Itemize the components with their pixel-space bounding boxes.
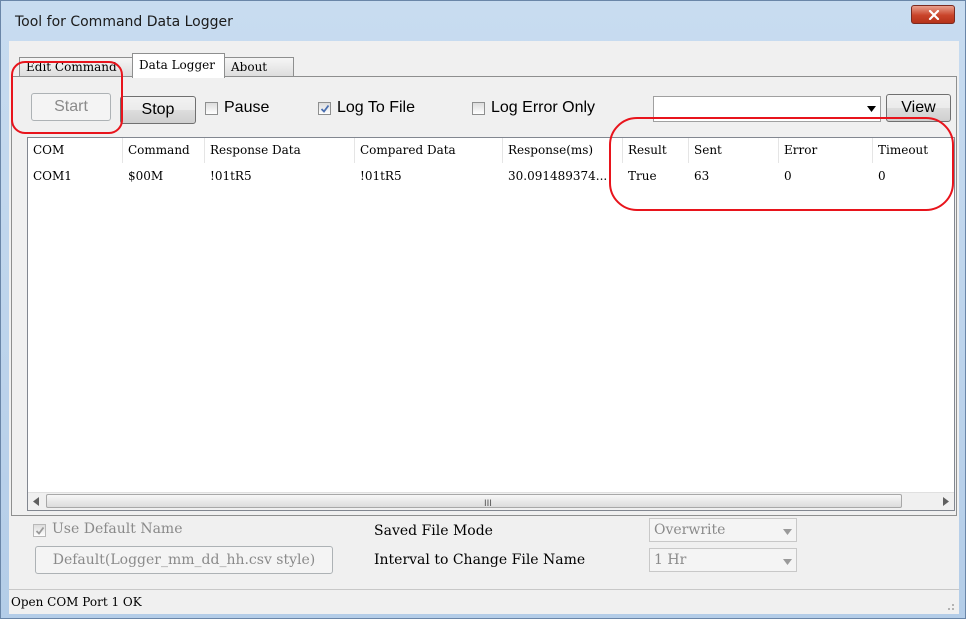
- interval-value: 1 Hr: [654, 552, 687, 568]
- column-header-command[interactable]: Command: [123, 138, 205, 163]
- client-area: Edit Command Data Logger About Start Sto…: [9, 41, 959, 614]
- cell-response-ms: 30.091489374...: [508, 169, 608, 183]
- saved-file-mode-dropdown[interactable]: Overwrite: [649, 518, 797, 542]
- column-header-response-ms[interactable]: Response(ms): [503, 138, 623, 163]
- default-name-button[interactable]: Default(Logger_mm_dd_hh.csv style): [35, 546, 333, 574]
- checkmark-icon: [35, 526, 45, 535]
- scrollbar-grip: III: [484, 499, 492, 509]
- interval-label: Interval to Change File Name: [374, 552, 586, 568]
- saved-file-mode-label: Saved File Mode: [374, 523, 493, 539]
- close-button[interactable]: [911, 5, 955, 24]
- data-log-table[interactable]: COM Command Response Data Compared Data …: [27, 137, 955, 511]
- use-default-name-checkbox[interactable]: Use Default Name: [33, 521, 213, 541]
- pause-label: Pause: [224, 99, 270, 116]
- stop-button[interactable]: Stop: [120, 96, 196, 124]
- tab-about[interactable]: About: [224, 57, 294, 77]
- scrollbar-thumb[interactable]: III: [46, 494, 902, 509]
- cell-compared-data: !01tR5: [360, 169, 402, 183]
- log-to-file-label: Log To File: [337, 99, 415, 116]
- log-to-file-checkbox[interactable]: Log To File: [318, 99, 448, 119]
- saved-file-mode-value: Overwrite: [654, 522, 730, 538]
- cell-result: True: [628, 169, 657, 183]
- log-select-dropdown[interactable]: [653, 96, 881, 122]
- column-header-response-data[interactable]: Response Data: [205, 138, 355, 163]
- cell-response-data: !01tR5: [210, 169, 252, 183]
- cell-com: COM1: [33, 169, 72, 183]
- window-title: Tool for Command Data Logger: [15, 14, 233, 30]
- interval-dropdown[interactable]: 1 Hr: [649, 548, 797, 572]
- title-bar[interactable]: Tool for Command Data Logger: [1, 1, 965, 41]
- horizontal-scrollbar[interactable]: III: [28, 492, 954, 510]
- log-error-only-label: Log Error Only: [491, 99, 596, 116]
- tab-data-logger[interactable]: Data Logger: [132, 53, 225, 78]
- log-error-only-checkbox[interactable]: Log Error Only: [472, 99, 632, 119]
- cell-timeout: 0: [878, 169, 886, 183]
- status-text: Open COM Port 1 OK: [11, 595, 142, 609]
- pause-checkbox[interactable]: Pause: [205, 99, 295, 119]
- resize-grip-icon[interactable]: [945, 601, 955, 611]
- use-default-name-checkbox-box[interactable]: [33, 524, 46, 537]
- cell-error: 0: [784, 169, 792, 183]
- cell-command: $00M: [128, 169, 164, 183]
- dropdown-arrow-icon: [783, 529, 792, 535]
- checkmark-icon: [320, 104, 330, 113]
- pause-checkbox-box[interactable]: [205, 102, 218, 115]
- column-header-result[interactable]: Result: [623, 138, 689, 163]
- scroll-right-icon[interactable]: [943, 497, 949, 506]
- log-error-only-checkbox-box[interactable]: [472, 102, 485, 115]
- use-default-name-label: Use Default Name: [52, 521, 183, 537]
- column-header-sent[interactable]: Sent: [689, 138, 779, 163]
- column-header-com[interactable]: COM: [28, 138, 123, 163]
- status-bar: Open COM Port 1 OK: [9, 589, 959, 614]
- tab-edit-command[interactable]: Edit Command: [19, 57, 133, 77]
- view-button[interactable]: View: [886, 94, 951, 122]
- log-to-file-checkbox-box[interactable]: [318, 102, 331, 115]
- dropdown-arrow-icon: [867, 106, 876, 112]
- dropdown-arrow-icon: [783, 559, 792, 565]
- close-icon: [928, 10, 940, 20]
- cell-sent: 63: [694, 169, 710, 183]
- column-header-compared-data[interactable]: Compared Data: [355, 138, 503, 163]
- column-header-error[interactable]: Error: [779, 138, 873, 163]
- scroll-left-icon[interactable]: [33, 497, 39, 506]
- app-window: Tool for Command Data Logger Edit Comman…: [0, 0, 966, 619]
- start-button[interactable]: Start: [31, 93, 111, 121]
- column-header-timeout[interactable]: Timeout: [873, 138, 954, 163]
